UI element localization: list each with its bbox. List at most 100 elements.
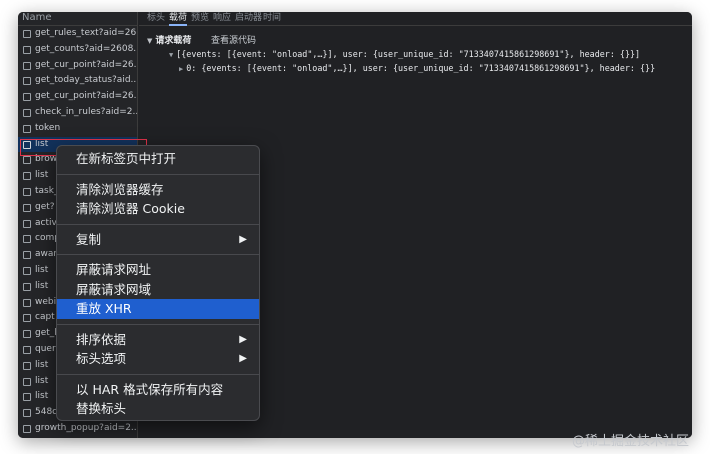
request-name: token xyxy=(35,122,61,133)
payload-item-text: : {events: [{event: "onload",…}], user: … xyxy=(191,63,656,73)
request-row[interactable]: token xyxy=(18,121,137,137)
row-checkbox[interactable] xyxy=(23,345,31,354)
request-name: 548c xyxy=(35,407,58,418)
menu-separator xyxy=(57,323,259,325)
row-checkbox[interactable] xyxy=(23,77,31,86)
detail-tab[interactable]: 载荷 xyxy=(169,13,188,26)
menu-item[interactable]: 标头选项 ▶ xyxy=(57,349,259,369)
watermark: @稀土掘金技术社区 xyxy=(572,434,690,449)
request-name: get_cur_point?aid=26... xyxy=(35,91,137,102)
row-checkbox[interactable] xyxy=(23,219,31,228)
detail-tab[interactable]: 预览 xyxy=(191,13,209,24)
row-checkbox[interactable] xyxy=(23,203,31,212)
request-row[interactable]: check_in_rules?aid=2... xyxy=(18,105,137,121)
menu-separator xyxy=(57,223,259,225)
row-checkbox[interactable] xyxy=(23,124,31,133)
row-checkbox[interactable] xyxy=(23,30,31,38)
request-name: activ xyxy=(35,217,57,228)
row-checkbox[interactable] xyxy=(23,409,31,418)
menu-item[interactable]: 屏蔽请求网域 xyxy=(57,280,259,300)
request-row[interactable]: get_rules_text?aid=26... xyxy=(18,26,137,42)
menu-item-label: 清除浏览器缓存 xyxy=(76,181,164,197)
menu-item-label: 在新标签页中打开 xyxy=(76,151,177,166)
payload-array-line[interactable]: ▼ [{events: [{event: "onload",…}], user: … xyxy=(169,49,640,59)
request-name: list xyxy=(35,391,49,402)
detail-tab[interactable]: 响应 xyxy=(213,13,231,24)
request-row[interactable]: get_counts?aid=2608... xyxy=(18,42,137,58)
submenu-arrow-icon: ▶ xyxy=(239,353,247,364)
row-checkbox[interactable] xyxy=(23,45,31,54)
row-checkbox[interactable] xyxy=(23,140,31,149)
name-column-header[interactable]: Name xyxy=(18,12,137,26)
request-payload-section[interactable]: ▼ 请求载荷 xyxy=(147,33,191,46)
menu-item-label: 屏蔽请求网域 xyxy=(76,281,152,297)
menu-item-label: 替换标头 xyxy=(76,401,127,416)
row-checkbox[interactable] xyxy=(23,393,31,402)
submenu-arrow-icon: ▶ xyxy=(239,333,247,345)
detail-tab[interactable]: 启动器 xyxy=(235,13,262,24)
request-name: get? xyxy=(35,201,55,212)
request-name: list xyxy=(35,280,49,291)
submenu-arrow-icon: ▶ xyxy=(239,233,247,245)
request-name: list xyxy=(35,375,49,386)
row-checkbox[interactable] xyxy=(23,93,31,102)
request-name: quer xyxy=(35,343,56,354)
row-checkbox[interactable] xyxy=(23,61,31,70)
detail-tab[interactable]: 标头 xyxy=(147,13,165,24)
row-checkbox[interactable] xyxy=(23,187,31,196)
menu-item[interactable]: 替换标头 xyxy=(57,399,259,419)
context-menu: 在新标签页中打开 清除浏览器缓存清除浏览器 Cookie 复制 ▶ 屏蔽请求网址 屏蔽请求… xyxy=(56,145,260,421)
menu-item[interactable]: 屏蔽请求网址 xyxy=(57,260,259,280)
row-checkbox[interactable] xyxy=(23,282,31,291)
detail-tab[interactable]: 时间 xyxy=(263,13,281,24)
menu-item[interactable]: 清除浏览器缓存 xyxy=(57,180,259,200)
menu-item[interactable]: 清除浏览器 Cookie xyxy=(57,199,259,219)
row-checkbox[interactable] xyxy=(23,108,31,117)
menu-item[interactable]: 重放 XHR xyxy=(57,299,259,319)
row-checkbox[interactable] xyxy=(23,377,31,386)
request-name: get_rules_text?aid=26... xyxy=(35,28,137,38)
request-name: brow xyxy=(35,154,58,165)
payload-item-line[interactable]: ▶ 0: {events: [{event: "onload",…}], user… xyxy=(179,63,655,73)
menu-item-label: 排序依据 xyxy=(76,331,127,347)
row-checkbox[interactable] xyxy=(23,314,31,323)
request-name: get_today_status?aid... xyxy=(35,75,137,86)
menu-item[interactable]: 复制 ▶ xyxy=(57,230,259,250)
menu-item-label: 屏蔽请求网址 xyxy=(76,262,152,277)
menu-item-label: 清除浏览器 Cookie xyxy=(76,201,185,216)
row-checkbox[interactable] xyxy=(23,172,31,181)
view-source-link[interactable]: 查看源代码 xyxy=(211,33,256,46)
row-checkbox[interactable] xyxy=(23,156,31,165)
request-name: list xyxy=(35,138,49,149)
expand-triangle-icon[interactable]: ▶ xyxy=(179,65,183,73)
menu-item[interactable]: 以 HAR 格式保存所有内容 xyxy=(57,380,259,400)
request-name: get_cur_point?aid=26... xyxy=(35,59,137,70)
request-name: get_counts?aid=2608... xyxy=(35,43,137,54)
request-payload-title: 请求载荷 xyxy=(155,36,192,46)
row-checkbox[interactable] xyxy=(23,424,31,433)
request-name: webi xyxy=(35,296,57,307)
request-name: capt xyxy=(35,312,55,323)
collapse-triangle-icon[interactable]: ▼ xyxy=(147,37,152,45)
row-checkbox[interactable] xyxy=(23,361,31,370)
collapse-triangle-icon[interactable]: ▼ xyxy=(169,51,173,59)
request-name: awar xyxy=(35,249,58,260)
row-checkbox[interactable] xyxy=(23,330,31,339)
menu-item-label: 标头选项 xyxy=(76,351,127,366)
menu-item[interactable]: 排序依据 ▶ xyxy=(57,330,259,350)
menu-item-label: 重放 XHR xyxy=(76,301,132,316)
row-checkbox[interactable] xyxy=(23,251,31,260)
menu-separator xyxy=(57,173,259,175)
request-name: list xyxy=(35,264,49,275)
menu-item-label: 复制 xyxy=(76,231,102,247)
request-row[interactable]: get_cur_point?aid=26... xyxy=(18,89,137,105)
row-checkbox[interactable] xyxy=(23,266,31,275)
request-row[interactable]: growth_popup?aid=2... xyxy=(18,421,137,437)
request-row[interactable]: get_cur_point?aid=26... xyxy=(18,58,137,74)
request-name: growth_popup?aid=2... xyxy=(35,422,137,433)
row-checkbox[interactable] xyxy=(23,298,31,307)
request-row[interactable]: get_today_status?aid... xyxy=(18,73,137,89)
row-checkbox[interactable] xyxy=(23,235,31,244)
detail-tabbar: 标头 载荷 预览 响应 启动器 时间 xyxy=(139,12,692,26)
menu-item[interactable]: 在新标签页中打开 xyxy=(57,149,259,169)
